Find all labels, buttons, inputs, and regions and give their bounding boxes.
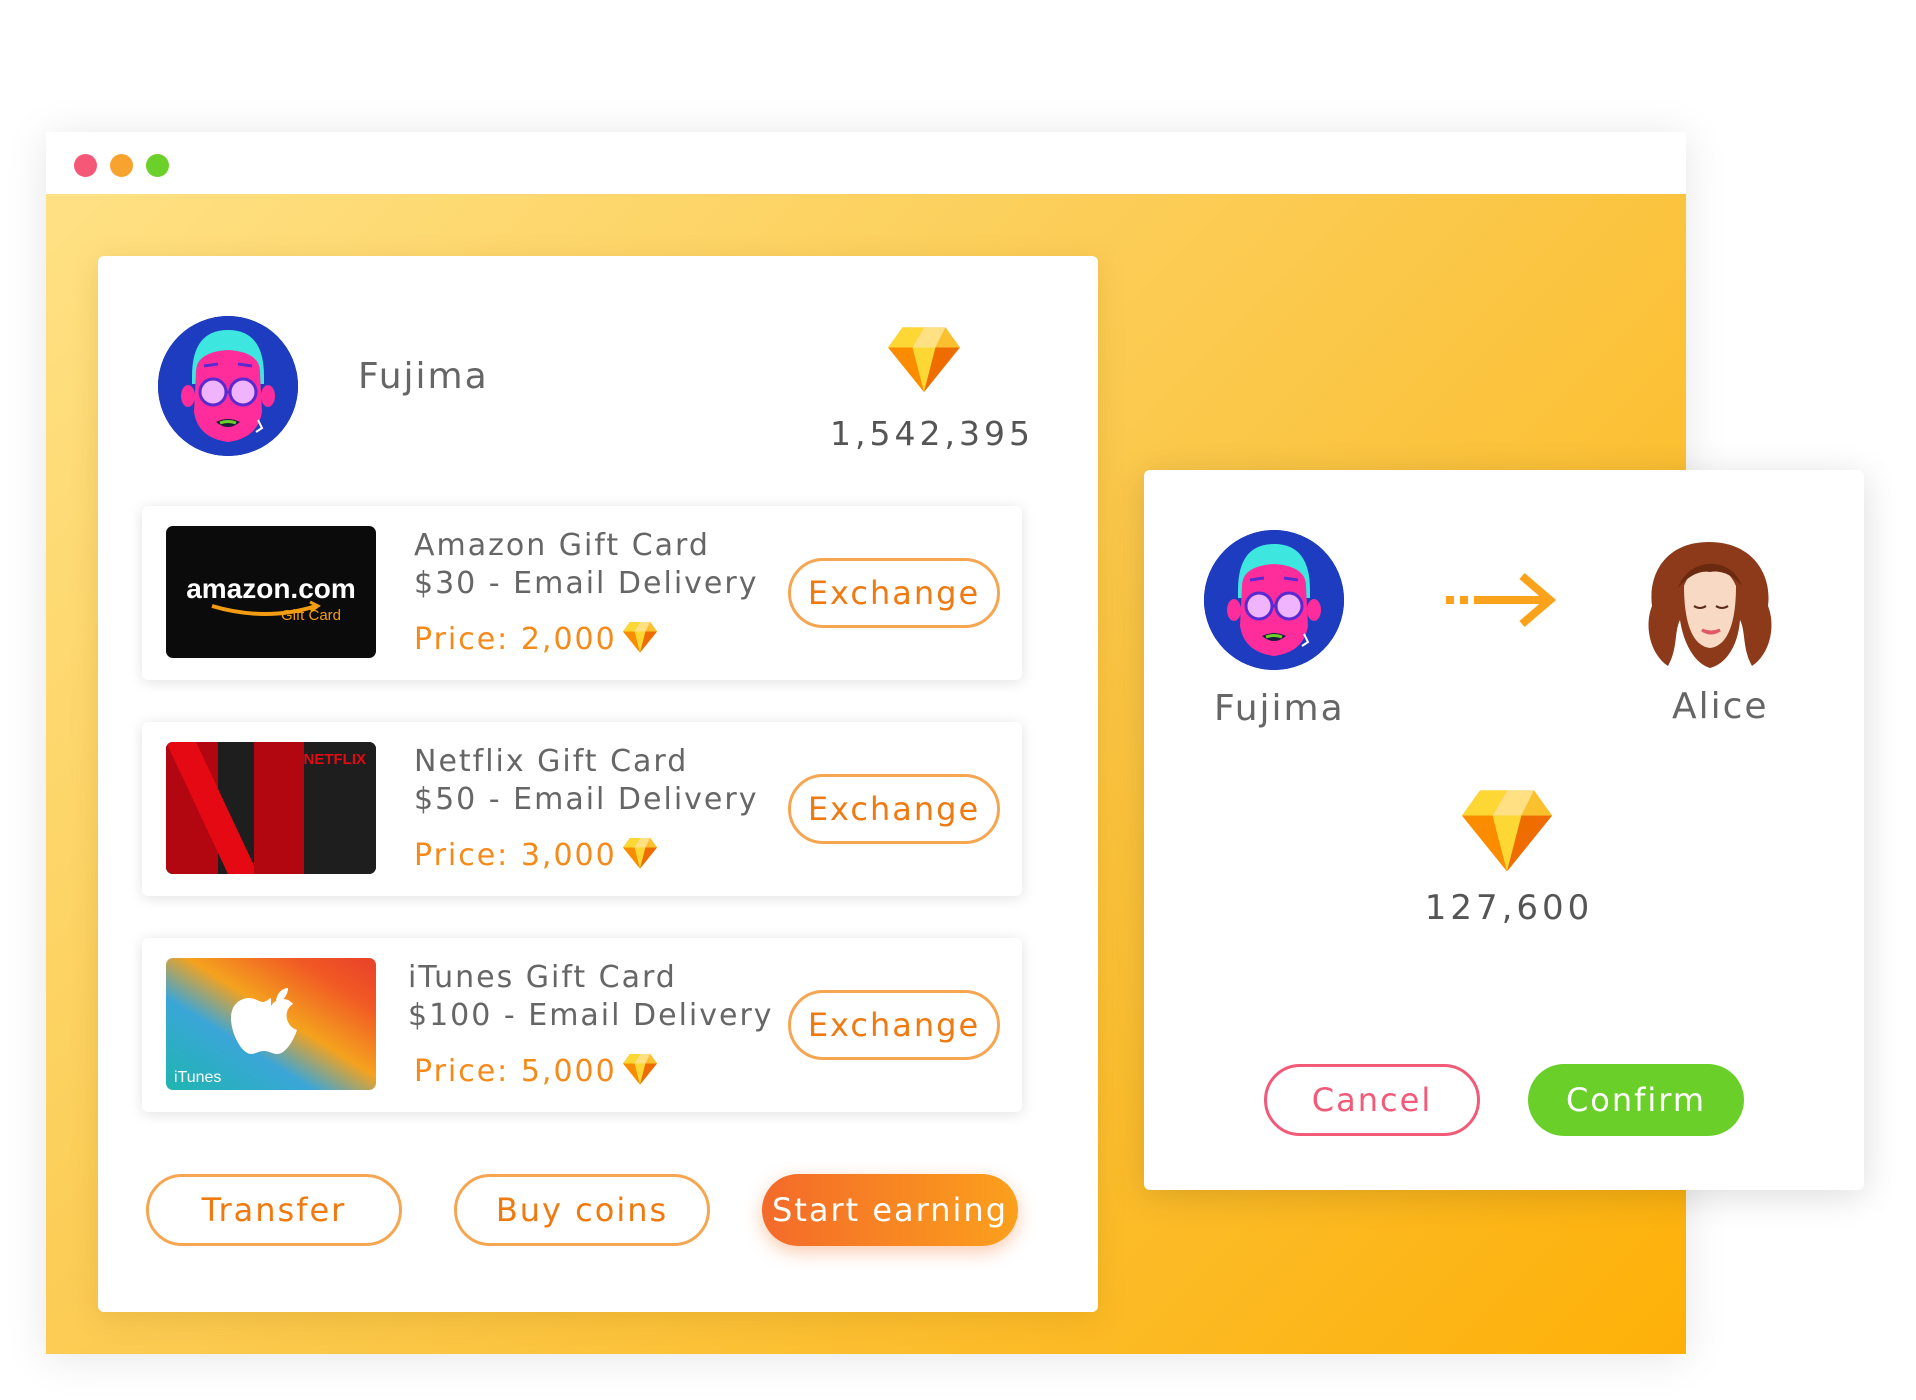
buy-coins-button[interactable]: Buy coins — [454, 1174, 710, 1246]
diamond-icon — [623, 1053, 657, 1085]
itunes-logo-text: iTunes — [174, 1069, 221, 1086]
confirm-button[interactable]: Confirm — [1528, 1064, 1744, 1136]
arrow-right-icon — [1446, 572, 1557, 628]
gift-card-title: iTunes Gift Card — [408, 960, 677, 995]
amazon-logo-text: amazon.com — [186, 573, 356, 604]
gift-card-row: NETFLIX Netflix Gift Card $50 - Email De… — [142, 722, 1022, 896]
diamond-icon — [623, 837, 657, 869]
cancel-button[interactable]: Cancel — [1264, 1064, 1480, 1136]
recipient-name: Alice — [1672, 686, 1769, 727]
exchange-button[interactable]: Exchange — [788, 990, 1000, 1060]
user-avatar-image — [158, 316, 298, 456]
amazon-logo-sub: Gift Card — [281, 607, 341, 624]
transfer-amount: 127,600 — [1424, 888, 1594, 928]
minimize-window-button[interactable] — [110, 154, 133, 177]
gift-card-price: Price: 5,000 — [414, 1053, 657, 1089]
itunes-gift-card-image: iTunes — [166, 958, 376, 1090]
gift-card-price: Price: 2,000 — [414, 621, 657, 657]
gift-card-row: amazon.com Gift Card Amazon Gift Card $3… — [142, 506, 1022, 680]
user-avatar[interactable] — [158, 316, 298, 456]
diamond-icon — [623, 621, 657, 653]
maximize-window-button[interactable] — [146, 154, 169, 177]
transfer-dialog: Fujima Alice 127,600 Cancel Confirm — [1144, 470, 1864, 1190]
netflix-logo-text: NETFLIX — [304, 751, 367, 768]
gift-card-subtitle: $100 - Email Delivery — [408, 998, 774, 1033]
username: Fujima — [358, 356, 489, 397]
sender-avatar-image — [1204, 530, 1344, 670]
recipient-avatar — [1648, 542, 1772, 668]
close-window-button[interactable] — [74, 154, 97, 177]
gift-card-row: iTunes iTunes Gift Card $100 - Email Del… — [142, 938, 1022, 1112]
sender-name: Fujima — [1214, 688, 1345, 729]
diamond-icon — [888, 326, 960, 392]
gift-card-subtitle: $30 - Email Delivery — [414, 566, 759, 601]
transfer-button[interactable]: Transfer — [146, 1174, 402, 1246]
title-bar — [46, 132, 1686, 194]
gift-card-price: Price: 3,000 — [414, 837, 657, 873]
gift-card-subtitle: $50 - Email Delivery — [414, 782, 759, 817]
netflix-gift-card-image: NETFLIX — [166, 742, 376, 874]
exchange-button[interactable]: Exchange — [788, 774, 1000, 844]
gift-card-title: Amazon Gift Card — [414, 528, 710, 563]
gift-card-title: Netflix Gift Card — [414, 744, 689, 779]
diamond-icon — [1462, 788, 1552, 872]
coin-balance: 1,542,395 — [830, 414, 1034, 453]
start-earning-button[interactable]: Start earning — [762, 1174, 1018, 1246]
wallet-panel: Fujima 1,542,395 amazon.com Gift Card Am… — [98, 256, 1098, 1312]
amazon-gift-card-image: amazon.com Gift Card — [166, 526, 376, 658]
sender-avatar — [1204, 530, 1344, 670]
exchange-button[interactable]: Exchange — [788, 558, 1000, 628]
